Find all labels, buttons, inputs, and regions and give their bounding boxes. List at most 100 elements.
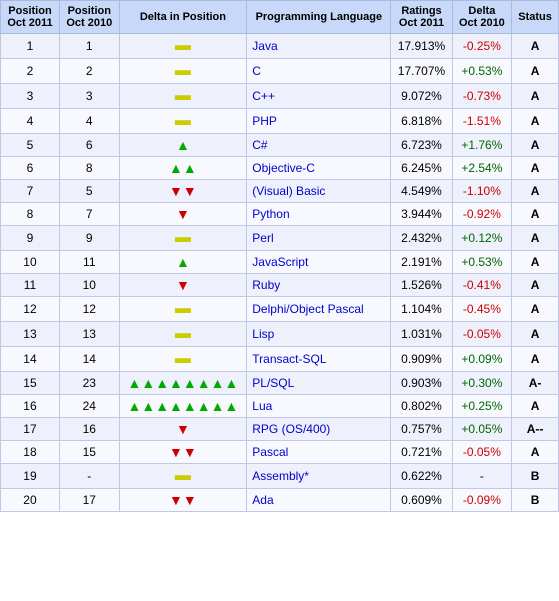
table-row: 17 16 ▼ RPG (OS/400) 0.757% +0.05% A-- xyxy=(1,418,559,441)
cell-rating: 6.818% xyxy=(391,109,452,134)
cell-pos2010: 12 xyxy=(59,297,119,322)
cell-status: A xyxy=(512,203,559,226)
cell-delta-rating: +0.53% xyxy=(452,59,512,84)
cell-status: A xyxy=(512,297,559,322)
cell-rating: 3.944% xyxy=(391,203,452,226)
cell-pos2010: 1 xyxy=(59,34,119,59)
cell-status: A xyxy=(512,441,559,464)
cell-pos2011: 2 xyxy=(1,59,60,84)
col-header-status: Status xyxy=(512,1,559,34)
cell-rating: 17.707% xyxy=(391,59,452,84)
cell-rating: 2.191% xyxy=(391,251,452,274)
cell-pos2011: 11 xyxy=(1,274,60,297)
cell-rating: 1.526% xyxy=(391,274,452,297)
cell-status: A xyxy=(512,109,559,134)
cell-status: A xyxy=(512,59,559,84)
cell-pos2010: 2 xyxy=(59,59,119,84)
cell-delta-pos: ▲▲ xyxy=(119,157,247,180)
cell-rating: 17.913% xyxy=(391,34,452,59)
cell-delta-pos: ▲ xyxy=(119,251,247,274)
cell-status: A xyxy=(512,274,559,297)
table-row: 7 5 ▼▼ (Visual) Basic 4.549% -1.10% A xyxy=(1,180,559,203)
cell-pos2010: 8 xyxy=(59,157,119,180)
cell-status: A xyxy=(512,180,559,203)
cell-pos2010: 13 xyxy=(59,322,119,347)
cell-delta-pos: ▲▲▲▲▲▲▲▲ xyxy=(119,372,247,395)
cell-pos2011: 9 xyxy=(1,226,60,251)
cell-delta-pos: ▼▼ xyxy=(119,180,247,203)
cell-rating: 0.802% xyxy=(391,395,452,418)
cell-delta-pos: ▬ xyxy=(119,347,247,372)
col-header-delta-pos: Delta in Position xyxy=(119,1,247,34)
cell-pos2010: 3 xyxy=(59,84,119,109)
cell-pos2010: 4 xyxy=(59,109,119,134)
cell-pos2011: 18 xyxy=(1,441,60,464)
cell-delta-pos: ▲▲▲▲▲▲▲▲ xyxy=(119,395,247,418)
col-header-delta-rating: DeltaOct 2010 xyxy=(452,1,512,34)
cell-pos2011: 20 xyxy=(1,489,60,512)
cell-delta-rating: +0.09% xyxy=(452,347,512,372)
cell-rating: 4.549% xyxy=(391,180,452,203)
cell-language: Java xyxy=(247,34,391,59)
cell-pos2011: 14 xyxy=(1,347,60,372)
cell-delta-pos: ▬ xyxy=(119,464,247,489)
table-row: 1 1 ▬ Java 17.913% -0.25% A xyxy=(1,34,559,59)
cell-pos2010: 17 xyxy=(59,489,119,512)
cell-delta-rating: -1.51% xyxy=(452,109,512,134)
cell-pos2011: 19 xyxy=(1,464,60,489)
table-row: 6 8 ▲▲ Objective-C 6.245% +2.54% A xyxy=(1,157,559,180)
cell-pos2011: 6 xyxy=(1,157,60,180)
cell-language: C++ xyxy=(247,84,391,109)
cell-language: Pascal xyxy=(247,441,391,464)
cell-pos2010: 10 xyxy=(59,274,119,297)
cell-rating: 2.432% xyxy=(391,226,452,251)
cell-rating: 0.721% xyxy=(391,441,452,464)
cell-delta-pos: ▬ xyxy=(119,34,247,59)
cell-delta-rating: -0.05% xyxy=(452,441,512,464)
table-row: 5 6 ▲ C# 6.723% +1.76% A xyxy=(1,134,559,157)
cell-rating: 6.723% xyxy=(391,134,452,157)
cell-language: JavaScript xyxy=(247,251,391,274)
cell-delta-pos: ▬ xyxy=(119,297,247,322)
cell-pos2010: 5 xyxy=(59,180,119,203)
table-row: 4 4 ▬ PHP 6.818% -1.51% A xyxy=(1,109,559,134)
cell-language: Ruby xyxy=(247,274,391,297)
col-header-pos2011: PositionOct 2011 xyxy=(1,1,60,34)
col-header-pos2010: PositionOct 2010 xyxy=(59,1,119,34)
cell-delta-rating: +0.25% xyxy=(452,395,512,418)
cell-language: Delphi/Object Pascal xyxy=(247,297,391,322)
cell-language: C xyxy=(247,59,391,84)
cell-status: A xyxy=(512,134,559,157)
cell-status: A xyxy=(512,322,559,347)
cell-language: Perl xyxy=(247,226,391,251)
cell-delta-pos: ▼ xyxy=(119,274,247,297)
cell-status: B xyxy=(512,489,559,512)
cell-pos2011: 4 xyxy=(1,109,60,134)
cell-delta-rating: -0.92% xyxy=(452,203,512,226)
cell-delta-pos: ▼▼ xyxy=(119,489,247,512)
cell-status: A xyxy=(512,34,559,59)
cell-delta-rating: -0.41% xyxy=(452,274,512,297)
table-row: 18 15 ▼▼ Pascal 0.721% -0.05% A xyxy=(1,441,559,464)
cell-delta-pos: ▬ xyxy=(119,226,247,251)
cell-delta-pos: ▼ xyxy=(119,418,247,441)
cell-status: A xyxy=(512,157,559,180)
cell-pos2010: 11 xyxy=(59,251,119,274)
cell-rating: 0.903% xyxy=(391,372,452,395)
table-row: 3 3 ▬ C++ 9.072% -0.73% A xyxy=(1,84,559,109)
cell-pos2011: 16 xyxy=(1,395,60,418)
table-row: 11 10 ▼ Ruby 1.526% -0.41% A xyxy=(1,274,559,297)
cell-pos2010: 16 xyxy=(59,418,119,441)
table-row: 16 24 ▲▲▲▲▲▲▲▲ Lua 0.802% +0.25% A xyxy=(1,395,559,418)
cell-status: A xyxy=(512,84,559,109)
table-row: 2 2 ▬ C 17.707% +0.53% A xyxy=(1,59,559,84)
cell-delta-pos: ▼ xyxy=(119,203,247,226)
col-header-language: Programming Language xyxy=(247,1,391,34)
cell-pos2010: - xyxy=(59,464,119,489)
cell-status: A xyxy=(512,226,559,251)
cell-pos2011: 1 xyxy=(1,34,60,59)
cell-pos2011: 15 xyxy=(1,372,60,395)
cell-pos2010: 7 xyxy=(59,203,119,226)
cell-pos2010: 14 xyxy=(59,347,119,372)
cell-delta-pos: ▲ xyxy=(119,134,247,157)
